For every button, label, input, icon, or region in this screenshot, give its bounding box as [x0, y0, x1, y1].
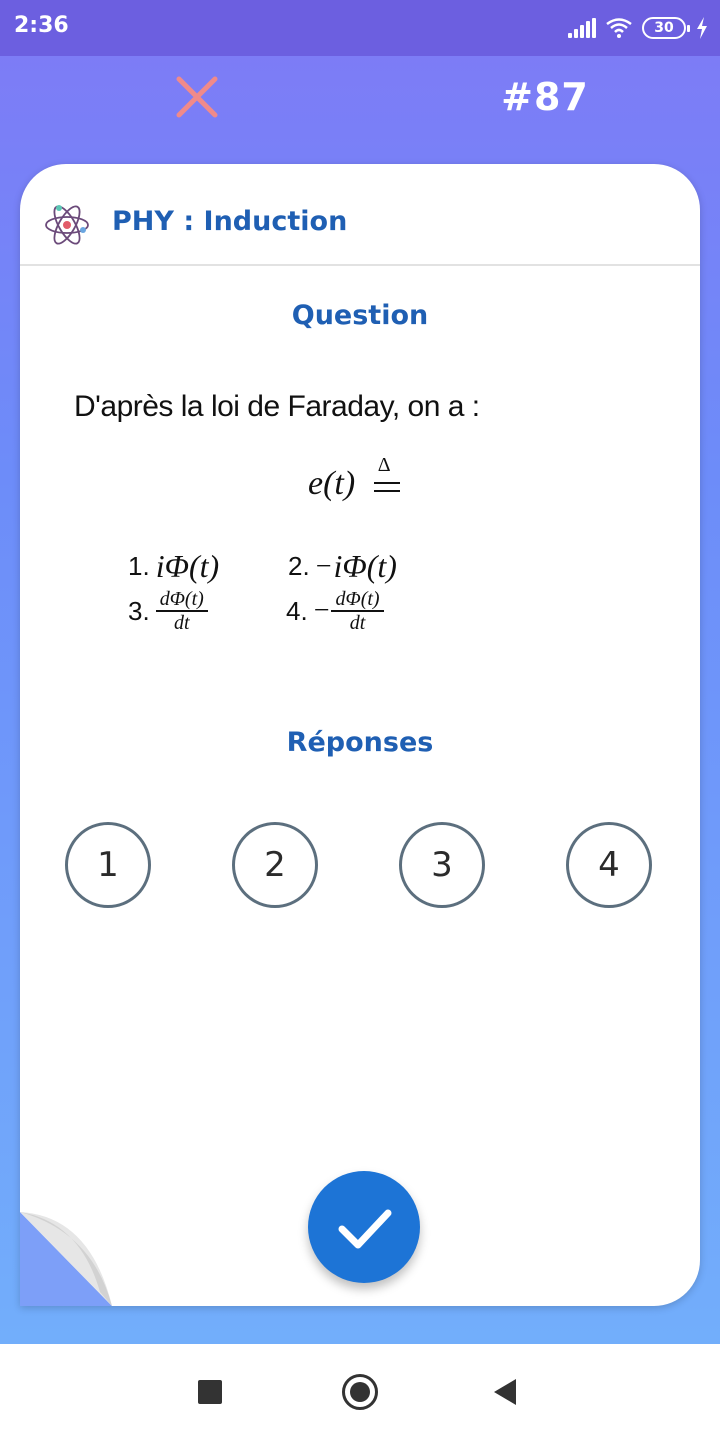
option-fraction: dΦ(t) dt	[155, 588, 208, 634]
answer-choice-4[interactable]: 4	[566, 822, 652, 908]
option-number: 4.	[286, 595, 308, 626]
answer-choices: 1 2 3 4	[20, 822, 700, 912]
status-bar: 2:36 30	[0, 0, 720, 56]
back-icon[interactable]	[494, 1379, 516, 1405]
options-list: 1. iΦ(t) 2. − iΦ(t) 3. dΦ(t) dt 4. − dΦ(…	[128, 548, 548, 648]
question-card: PHY : Induction Question D'après la loi …	[20, 164, 700, 1306]
battery-level: 30	[654, 20, 674, 36]
question-number: #87	[501, 75, 589, 119]
option-number: 1.	[128, 551, 150, 581]
option-4: 4. − dΦ(t) dt	[286, 588, 384, 634]
equation-lhs: e(t)	[308, 465, 356, 502]
fraction-numerator: dΦ(t)	[155, 588, 208, 612]
submit-button[interactable]	[308, 1171, 420, 1283]
option-1: 1. iΦ(t)	[128, 548, 219, 585]
battery-icon: 30	[642, 17, 690, 39]
fraction-denominator: dt	[349, 612, 366, 634]
atom-icon	[45, 205, 89, 245]
defeq-symbol: Δ	[372, 454, 402, 500]
fraction-denominator: dt	[173, 612, 190, 634]
status-time: 2:36	[14, 13, 69, 38]
card-title: PHY : Induction	[112, 206, 348, 237]
option-expression: iΦ(t)	[333, 548, 397, 584]
option-sign: −	[315, 550, 332, 582]
answer-choice-3[interactable]: 3	[399, 822, 485, 908]
answer-choice-2[interactable]: 2	[232, 822, 318, 908]
option-fraction: dΦ(t) dt	[331, 588, 384, 634]
option-number: 2.	[288, 551, 310, 581]
option-3: 3. dΦ(t) dt	[128, 588, 208, 634]
answer-choice-1[interactable]: 1	[65, 822, 151, 908]
card-header: PHY : Induction	[20, 164, 700, 266]
navigation-bar	[0, 1344, 720, 1440]
question-heading: Question	[291, 300, 429, 331]
equation: e(t) Δ	[308, 454, 402, 503]
fraction-numerator: dΦ(t)	[331, 588, 384, 612]
option-number: 3.	[128, 595, 150, 626]
option-expression: iΦ(t)	[155, 548, 220, 584]
close-button[interactable]	[172, 72, 222, 122]
charging-icon	[697, 17, 707, 39]
close-icon	[176, 76, 218, 118]
answers-heading: Réponses	[286, 727, 434, 758]
question-text: D'après la loi de Faraday, on a :	[74, 390, 480, 423]
option-sign: −	[313, 595, 330, 626]
home-icon[interactable]	[342, 1374, 378, 1410]
wifi-icon	[606, 18, 632, 38]
check-icon	[338, 1209, 392, 1249]
status-icons: 30	[568, 14, 708, 42]
signal-icon	[568, 18, 596, 38]
option-2: 2. − iΦ(t)	[288, 548, 397, 585]
page-curl	[20, 1212, 112, 1306]
recents-icon[interactable]	[198, 1380, 222, 1404]
